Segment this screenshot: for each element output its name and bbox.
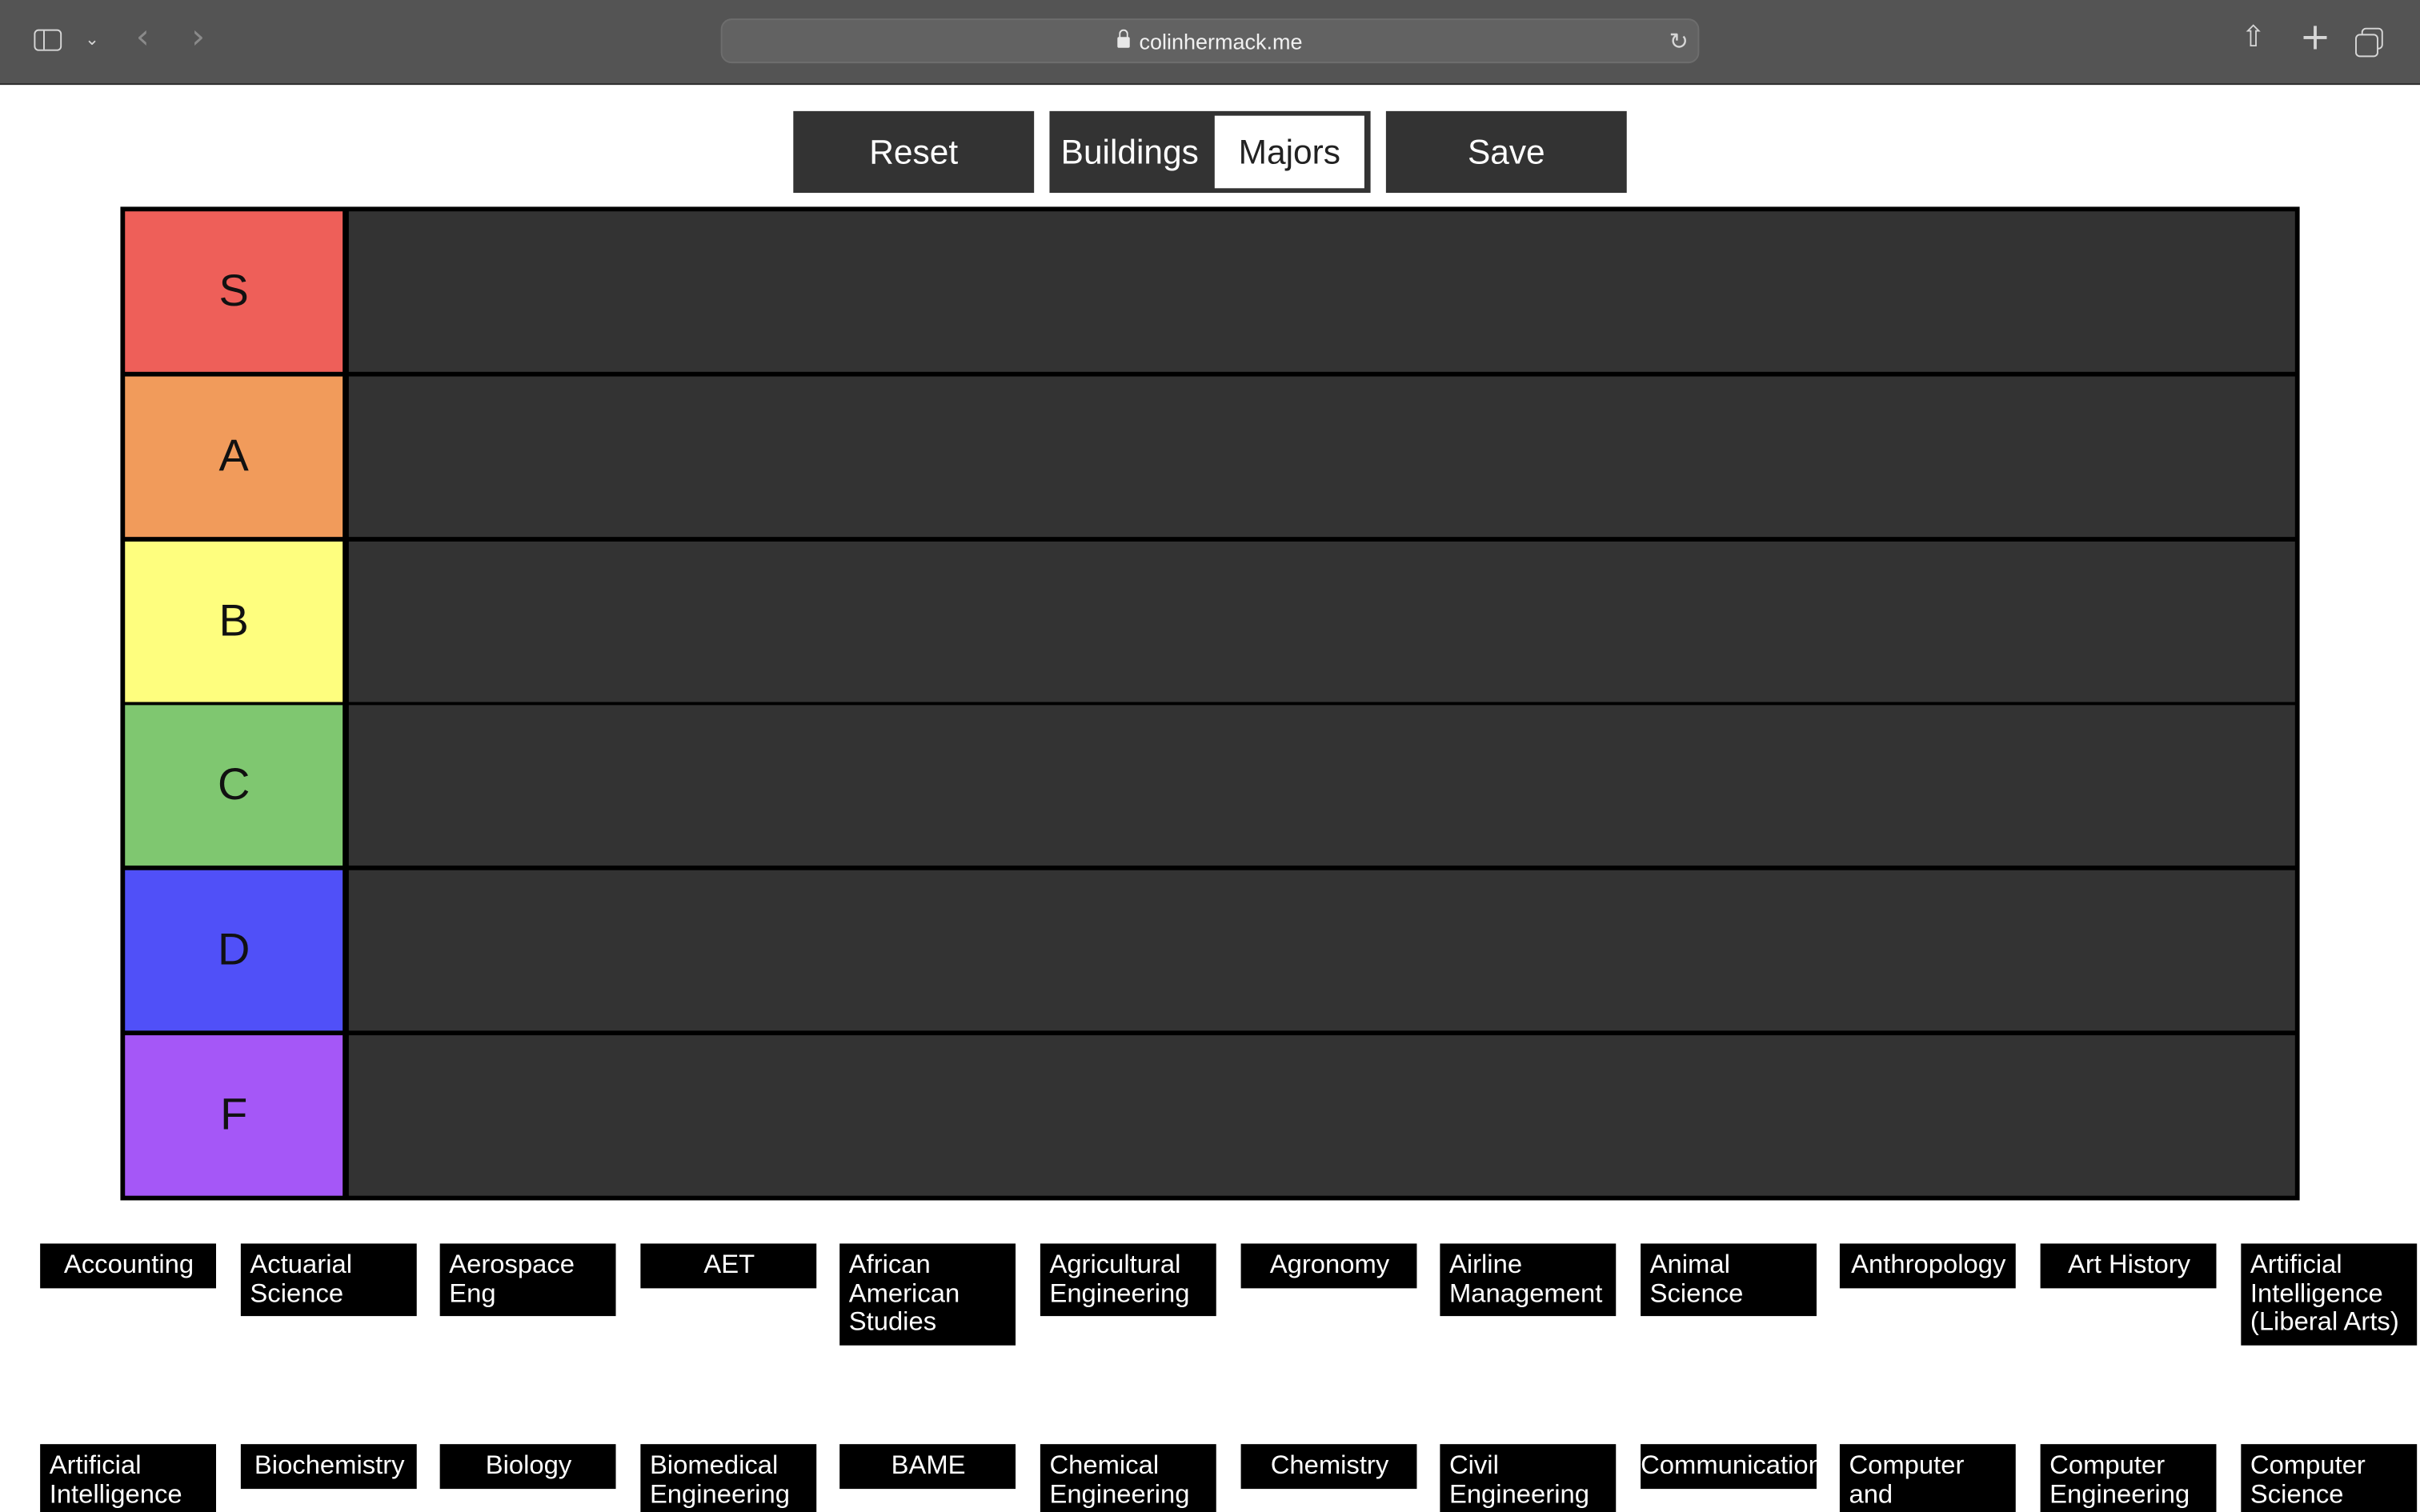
lock-icon [1117, 29, 1130, 48]
reset-button[interactable]: Reset [793, 110, 1035, 194]
major-item-computer-science[interactable]: Computer Science [2241, 1444, 2418, 1512]
save-button[interactable]: Save [1385, 110, 1627, 194]
address-bar[interactable]: colinhermack.me ↻ [720, 18, 1700, 64]
tier-row-d: D [125, 870, 2295, 1031]
major-item-chemical-engineering[interactable]: Chemical Engineering [1040, 1444, 1216, 1512]
tier-label-d: D [125, 870, 343, 1031]
major-item-aet[interactable]: AET [640, 1243, 817, 1288]
tier-dropzone-b[interactable] [348, 541, 2295, 702]
major-item-computer-and[interactable]: Computer and [1839, 1444, 2016, 1512]
buildings-toggle-button[interactable]: Buildings [1049, 111, 1210, 193]
major-item-civil-engineering[interactable]: Civil Engineering [1440, 1444, 1617, 1512]
plus-icon[interactable]: + [2300, 18, 2331, 55]
forward-arrow-icon[interactable]: › [191, 21, 205, 55]
major-item-animal-science[interactable]: Animal Science [1641, 1243, 1817, 1317]
tier-dropzone-d[interactable] [348, 870, 2295, 1031]
major-item-actuarial-science[interactable]: Actuarial Science [240, 1243, 417, 1317]
chevron-down-icon[interactable]: ⌄ [85, 31, 99, 48]
tier-label-s: S [125, 211, 343, 372]
share-icon[interactable]: ⇧ [2241, 22, 2266, 53]
major-item-artificial-intelligence-liberal-arts[interactable]: Artificial Intelligence (Liberal Arts) [2241, 1243, 2418, 1345]
tier-row-s: S [125, 211, 2295, 372]
tier-dropzone-s[interactable] [348, 211, 2295, 372]
tier-label-a: A [125, 376, 343, 538]
major-item-african-american-studies[interactable]: African American Studies [839, 1243, 1016, 1345]
tier-dropzone-c[interactable] [348, 705, 2295, 866]
major-item-artificial-intelligence[interactable]: Artificial Intelligence [40, 1444, 217, 1512]
sidebar-icon[interactable] [34, 29, 62, 51]
tier-dropzone-a[interactable] [348, 376, 2295, 538]
tier-label-b: B [125, 541, 343, 702]
major-item-anthropology[interactable]: Anthropology [1839, 1243, 2016, 1288]
major-item-agricultural-engineering[interactable]: Agricultural Engineering [1040, 1243, 1216, 1317]
page-root: ⌄ ‹ › colinhermack.me ↻ ⇧ + Reset Buildi… [0, 0, 2420, 1512]
major-item-art-history[interactable]: Art History [2040, 1243, 2217, 1288]
tabs-overview-icon[interactable] [2355, 27, 2383, 58]
tier-list: S A B C D F [120, 206, 2300, 1201]
tier-row-f: F [125, 1035, 2295, 1196]
back-arrow-icon[interactable]: ‹ [136, 21, 150, 55]
address-bar-content: colinhermack.me [723, 20, 1698, 62]
reload-icon[interactable]: ↻ [1669, 28, 1689, 56]
tier-row-b: B [125, 541, 2295, 702]
major-item-agronomy[interactable]: Agronomy [1240, 1243, 1417, 1288]
url-text: colinhermack.me [1139, 28, 1303, 54]
major-item-aerospace-eng[interactable]: Aerospace Eng [439, 1243, 616, 1317]
major-item-airline-management[interactable]: Airline Management [1440, 1243, 1617, 1317]
tier-label-c: C [125, 705, 343, 866]
tier-dropzone-f[interactable] [348, 1035, 2295, 1196]
major-item-computer-engineering[interactable]: Computer Engineering [2040, 1444, 2217, 1512]
browser-toolbar: ⌄ ‹ › colinhermack.me ↻ ⇧ + [0, 0, 2420, 86]
major-item-biomedical-engineering[interactable]: Biomedical Engineering [640, 1444, 817, 1512]
major-item-biochemistry[interactable]: Biochemistry [240, 1444, 417, 1489]
major-item-communication[interactable]: Communication [1641, 1444, 1823, 1489]
major-item-biology[interactable]: Biology [439, 1444, 616, 1489]
major-item-accounting[interactable]: Accounting [40, 1243, 217, 1288]
tier-row-a: A [125, 376, 2295, 538]
mode-toggle: Buildings Majors [1049, 110, 1371, 194]
tier-label-f: F [125, 1035, 343, 1196]
major-item-bame[interactable]: BAME [839, 1444, 1016, 1489]
tier-row-c: C [125, 705, 2295, 866]
unranked-items-pool: Accounting Actuarial Science Aerospace E… [0, 1234, 2420, 1512]
major-item-chemistry[interactable]: Chemistry [1240, 1444, 1417, 1489]
majors-toggle-button[interactable]: Majors [1214, 115, 1364, 189]
